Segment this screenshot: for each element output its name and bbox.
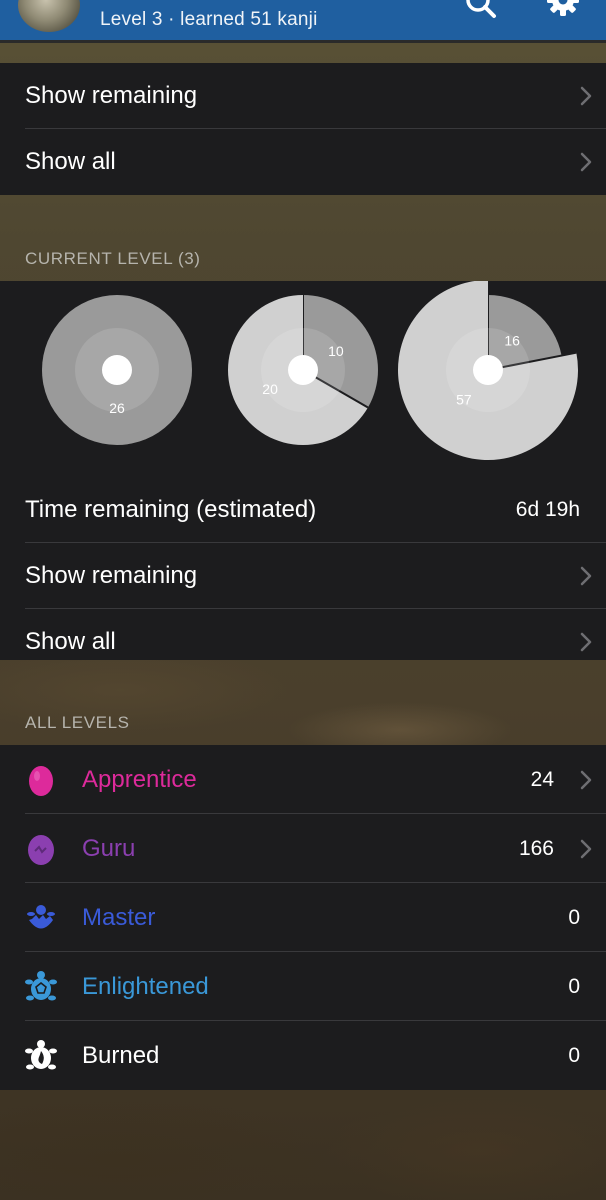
show-remaining-row-top[interactable]: Show remaining [0,63,606,129]
vocabulary-value-label: 57 [456,391,472,407]
header-subtitle: Level 3 · learned 51 kanji [100,9,318,30]
srs-label-guru: Guru [82,834,136,862]
srs-label-enlightened: Enlightened [82,972,209,1000]
show-remaining-row[interactable]: Show remaining [0,543,606,609]
radicals-value-label: 26 [109,400,125,416]
all-levels-header: ALL LEVELS [25,713,130,732]
show-all-label: Show all [25,148,116,175]
chevron-right-icon [580,770,592,789]
srs-count-apprentice: 24 [530,767,554,791]
top-list: Show remaining Show all [0,63,606,195]
srs-row-apprentice[interactable]: Apprentice 24 [0,745,606,814]
guru-egg-icon [28,834,54,865]
kanji-value-label: 20 [262,381,278,397]
current-level-card: 26 10 20 16 57 Time remaining (estimated) 6d… [0,281,606,660]
enlightened-turtle-icon [25,970,57,1000]
vocabulary-value-label: 16 [504,333,520,349]
gear-icon[interactable] [546,0,580,20]
time-remaining-row: Time remaining (estimated) 6d 19h [0,477,606,543]
chevron-right-icon [580,152,592,172]
burned-turtle-icon [25,1039,57,1069]
srs-count-burned: 0 [568,1043,580,1067]
avatar[interactable] [18,0,80,32]
srs-count-enlightened: 0 [568,974,580,998]
chevron-right-icon [580,566,592,586]
kanji-value-label: 10 [328,343,344,359]
apprentice-egg-icon [29,765,53,796]
show-remaining-label: Show remaining [25,562,198,589]
progress-pie-charts: 26 10 20 16 57 [42,281,578,460]
show-all-row[interactable]: Show all [0,609,606,675]
chevron-right-icon [580,839,592,858]
search-icon[interactable] [464,0,498,22]
progress-charts: 26 10 20 16 57 [0,281,606,477]
srs-row-enlightened: Enlightened 0 [0,952,606,1021]
vocabulary-center-dot [473,355,503,385]
srs-count-master: 0 [568,905,580,929]
chevron-right-icon [580,86,592,106]
srs-count-guru: 166 [518,836,554,860]
all-levels-list: Apprentice 24 Guru 166 Master 0 Enlighte… [0,745,606,1090]
time-remaining-label: Time remaining (estimated) [25,496,317,523]
time-remaining-value: 6d 19h [515,498,580,521]
show-remaining-label: Show remaining [25,82,198,109]
radicals-center-dot [102,355,132,385]
chevron-right-icon [580,632,592,652]
current-level-header: CURRENT LEVEL (3) [25,249,201,268]
app-header: Level 3 · learned 51 kanji [0,0,606,43]
srs-label-apprentice: Apprentice [82,765,197,793]
srs-row-guru[interactable]: Guru 166 [0,814,606,883]
master-hatchling-icon [27,904,55,928]
srs-label-master: Master [82,903,156,931]
show-all-row-top[interactable]: Show all [0,129,606,195]
show-all-label: Show all [25,628,116,655]
srs-row-burned: Burned 0 [0,1021,606,1090]
srs-row-master: Master 0 [0,883,606,952]
srs-label-burned: Burned [82,1041,160,1069]
kanji-center-dot [288,355,318,385]
